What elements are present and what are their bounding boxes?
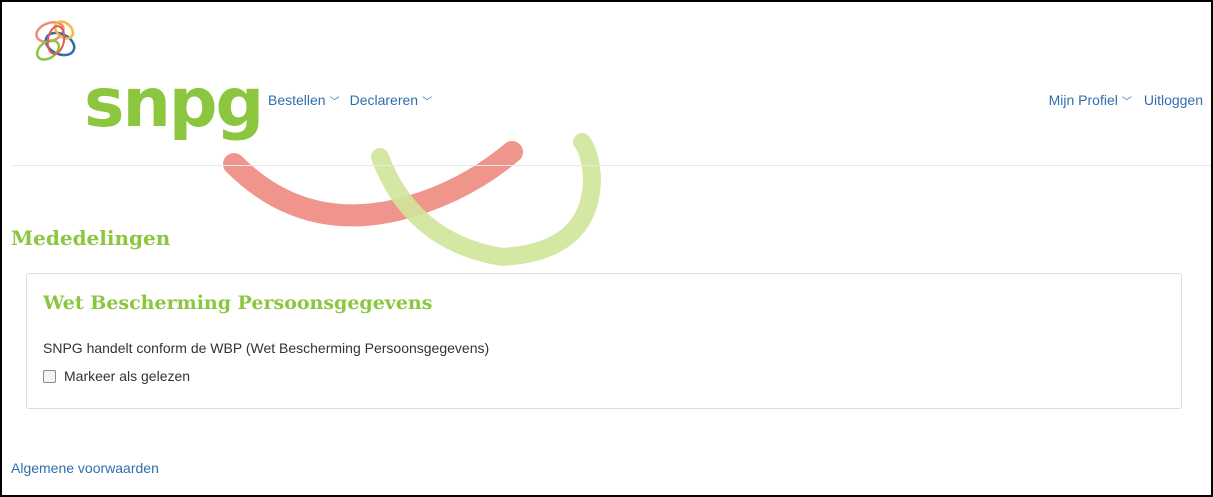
logo-circles-icon	[35, 20, 76, 61]
top-navbar: snpg Bestellen ﹀ Declareren ﹀ Mijn Profi…	[12, 2, 1211, 166]
logout-link[interactable]: Uitloggen	[1144, 92, 1203, 108]
chevron-down-icon: ﹀	[329, 96, 340, 108]
notice-title: Wet Bescherming Persoonsgegevens	[43, 292, 433, 314]
nav-item-mijn-profiel[interactable]: Mijn Profiel ﹀	[1049, 92, 1132, 108]
nav-item-declareren[interactable]: Declareren ﹀	[350, 92, 432, 108]
user-menu: Mijn Profiel ﹀ Uitloggen	[1049, 92, 1203, 108]
nav-item-label: Mijn Profiel	[1048, 92, 1118, 108]
logo-wordmark: snpg	[84, 64, 264, 143]
nav-item-label: Uitloggen	[1143, 92, 1203, 108]
nav-item-bestellen[interactable]: Bestellen ﹀	[268, 92, 340, 108]
main-menu: Bestellen ﹀ Declareren ﹀	[268, 92, 432, 108]
page-title: Mededelingen	[11, 226, 171, 250]
nav-item-label: Declareren	[349, 92, 419, 108]
notice-body: SNPG handelt conform de WBP (Wet Bescher…	[43, 340, 490, 356]
mark-as-read-option[interactable]: Markeer als gelezen	[43, 368, 190, 384]
terms-link[interactable]: Algemene voorwaarden	[11, 460, 159, 476]
app-window: snpg Bestellen ﹀ Declareren ﹀ Mijn Profi…	[0, 0, 1213, 497]
chevron-down-icon: ﹀	[422, 96, 433, 108]
nav-item-label: Bestellen	[268, 92, 326, 108]
notice-card: Wet Bescherming Persoonsgegevens SNPG ha…	[26, 273, 1182, 409]
mark-as-read-checkbox[interactable]	[43, 369, 56, 383]
chevron-down-icon: ﹀	[1121, 96, 1132, 108]
mark-as-read-label: Markeer als gelezen	[64, 368, 191, 384]
snpg-logo[interactable]: snpg	[26, 20, 264, 162]
